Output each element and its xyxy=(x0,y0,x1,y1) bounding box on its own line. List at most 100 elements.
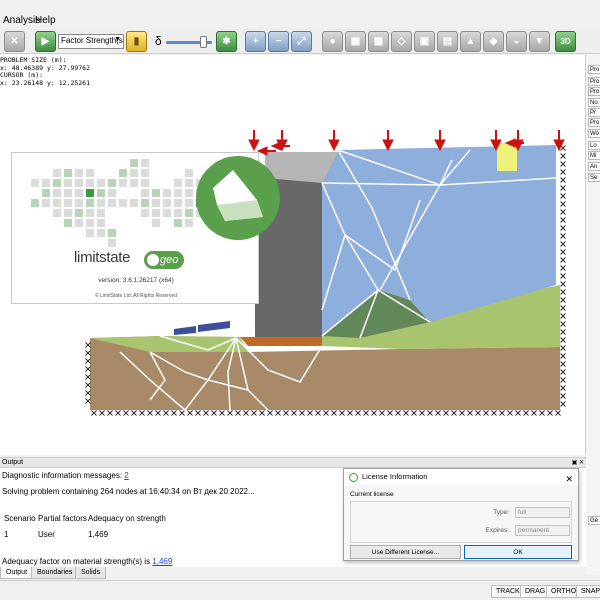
boundary-cross xyxy=(443,410,449,416)
tool-water-button[interactable]: ◒ xyxy=(506,31,527,52)
splash-map-cell xyxy=(97,209,105,217)
animate-button[interactable]: ✱ xyxy=(216,31,237,52)
menu-help[interactable]: Help xyxy=(35,15,56,26)
boundary-cross xyxy=(560,201,566,207)
output-adequacy-link[interactable]: 1,469 xyxy=(152,557,172,566)
boundary-cross xyxy=(560,209,566,215)
boundary-cross xyxy=(243,410,249,416)
zoom-in-button[interactable]: + xyxy=(245,31,266,52)
lock-button[interactable]: ▮ xyxy=(126,31,147,52)
boundary-cross xyxy=(91,410,97,416)
boundary-cross xyxy=(131,410,137,416)
dock-item[interactable]: Pro xyxy=(588,65,600,74)
boundary-cross xyxy=(259,410,265,416)
analysis-mode-select[interactable]: Factor Strength(s) ▼ xyxy=(58,34,124,49)
boundary-cross xyxy=(99,410,105,416)
splash-map-cell xyxy=(75,219,83,227)
use-different-license-button[interactable]: Use Different License... xyxy=(350,545,461,559)
splash-map-cell xyxy=(130,159,138,167)
splash-map-cell xyxy=(75,169,83,177)
splash-map-cell xyxy=(130,199,138,207)
zoom-out-icon: − xyxy=(275,36,282,47)
tool-load-button[interactable]: ◆ xyxy=(483,31,504,52)
license-type-label: Type: xyxy=(493,509,509,516)
gear-icon: ✱ xyxy=(222,36,231,47)
license-dialog: License Information ✕ Current license Ty… xyxy=(343,468,579,561)
boundary-cross xyxy=(195,410,201,416)
dock-item[interactable]: Pro xyxy=(588,77,600,86)
tab-output[interactable]: Output xyxy=(0,567,34,579)
splash-map-cell xyxy=(174,189,182,197)
boundary-cross xyxy=(85,382,91,388)
splash-map-cell xyxy=(119,179,127,187)
splash-map-cell xyxy=(185,199,193,207)
license-titlebar: License Information ✕ xyxy=(344,469,578,485)
splash-map-cell xyxy=(152,209,160,217)
tool-solid-button[interactable]: ▤ xyxy=(437,31,458,52)
load-icon: ◆ xyxy=(489,36,498,47)
splash-map-cell xyxy=(108,199,116,207)
boundary-cross xyxy=(560,169,566,175)
view-3d-button[interactable]: 3D xyxy=(555,31,576,52)
tool-vertex-button[interactable]: ● xyxy=(322,31,343,52)
dock-item[interactable]: Mi xyxy=(588,151,600,160)
zoom-in-icon: + xyxy=(252,36,259,47)
dock-item[interactable]: Pro xyxy=(588,87,600,96)
boundary-cross xyxy=(475,410,481,416)
boundary-cross xyxy=(560,289,566,295)
dock-item[interactable]: Pr xyxy=(588,108,600,117)
tool-arrow-button[interactable]: ▼ xyxy=(529,31,550,52)
limitstate-logo-icon xyxy=(349,473,358,482)
tool-mesh-button[interactable]: ▩ xyxy=(368,31,389,52)
dock-item[interactable]: Se xyxy=(588,173,600,182)
boundary-cross xyxy=(560,265,566,271)
boundary-cross xyxy=(507,410,513,416)
tool-image-button[interactable]: ▣ xyxy=(414,31,435,52)
close-icon: ✕ xyxy=(10,36,19,47)
dock-item[interactable]: Wo xyxy=(588,129,600,138)
dock-item[interactable]: Pro xyxy=(588,118,600,127)
ok-button[interactable]: OK xyxy=(464,545,572,559)
tool-boundary-button[interactable]: ◇ xyxy=(391,31,412,52)
tool-material-button[interactable]: ▲ xyxy=(460,31,481,52)
boundary-cross xyxy=(560,297,566,303)
splash-map-cell xyxy=(97,179,105,187)
splash-map-cell xyxy=(53,169,61,177)
tab-solids[interactable]: Solids xyxy=(75,567,107,579)
splash-map-cell xyxy=(86,189,94,197)
zoom-out-button[interactable]: − xyxy=(268,31,289,52)
displacement-slider-thumb[interactable] xyxy=(199,36,207,48)
splash-screen[interactable]: limitstate geo version: 3.6.1.26217 (x64… xyxy=(11,152,280,304)
dock-general-tab[interactable]: Ge xyxy=(588,516,600,525)
license-expires-label: Expires: xyxy=(485,527,509,534)
boundary-cross xyxy=(560,241,566,247)
splash-map-cell xyxy=(86,219,94,227)
boundary-cross xyxy=(323,410,329,416)
splash-map-cell xyxy=(108,229,116,237)
brand-wordmark: limitstate xyxy=(74,249,131,266)
dock-item[interactable]: No xyxy=(588,98,600,107)
splash-map-cell xyxy=(108,179,116,187)
output-diag-link[interactable]: 2 xyxy=(124,471,128,480)
splash-map-cell xyxy=(174,219,182,227)
snap-toggle[interactable]: SNAP xyxy=(576,585,600,598)
zoom-fit-button[interactable]: ⤢ xyxy=(291,31,312,52)
limitstate-geo-window: Analysis Help ✕ ▶ ▮ ✱ + − ⤢ ● ▦ ▩ ◇ ▣ ▤ … xyxy=(0,0,600,600)
close-icon[interactable]: ✕ xyxy=(565,471,573,487)
boundary-cross xyxy=(123,410,129,416)
tool-grid-button[interactable]: ▦ xyxy=(345,31,366,52)
tab-boundaries[interactable]: Boundaries xyxy=(31,567,79,579)
splash-map-cell xyxy=(31,199,39,207)
splash-map-cell xyxy=(141,169,149,177)
boundary-cross xyxy=(560,321,566,327)
stop-button[interactable]: ✕ xyxy=(4,31,25,52)
material-icon: ▲ xyxy=(465,36,476,47)
boundary-cross xyxy=(85,366,91,372)
boundary-cross xyxy=(499,410,505,416)
splash-map-cell xyxy=(64,169,72,177)
dock-item[interactable]: Lo xyxy=(588,141,600,150)
boundary-cross xyxy=(315,410,321,416)
model-canvas[interactable]: PROBLEM SIZE (m): x: 48.46389 y: 27.9976… xyxy=(0,55,586,455)
solve-button[interactable]: ▶ xyxy=(35,31,56,52)
dock-item[interactable]: An xyxy=(588,162,600,171)
